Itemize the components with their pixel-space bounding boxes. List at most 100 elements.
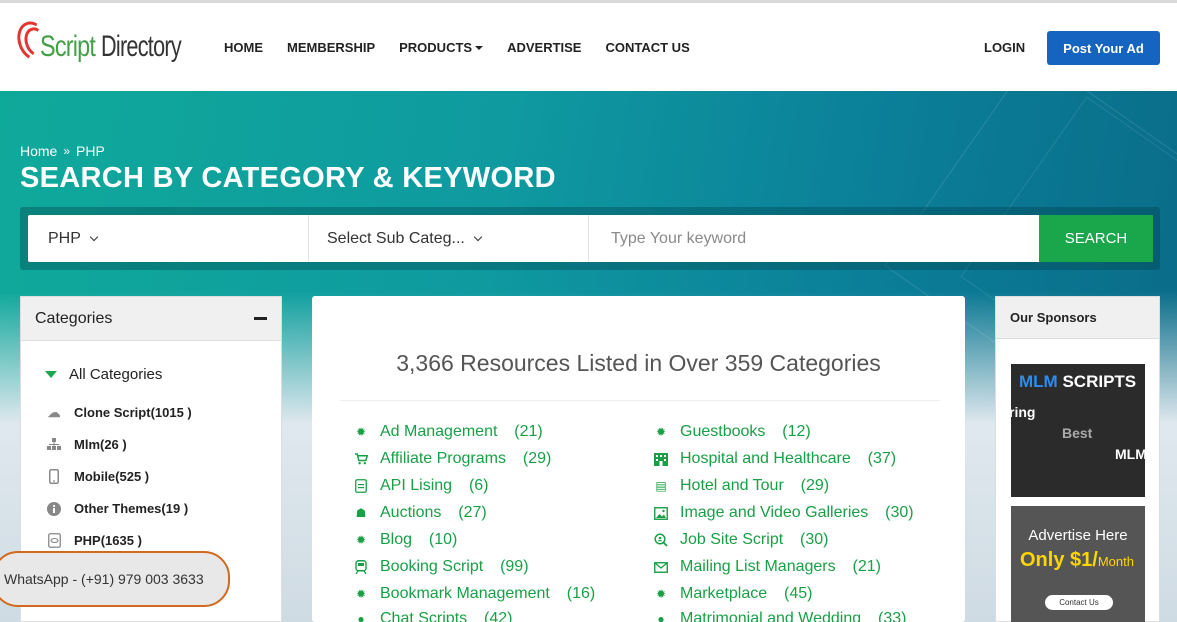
nav-home[interactable]: HOME [224, 40, 263, 55]
caret-down-icon [475, 45, 484, 50]
contact-us-button[interactable]: Contact Us [1045, 595, 1113, 610]
gear-icon: ✹ [355, 425, 367, 439]
category-count: (45) [775, 585, 813, 602]
chat-icon: ● [357, 612, 365, 622]
category-link[interactable]: Mailing List Managers (21) [654, 558, 881, 576]
category-label: Ad Management [380, 423, 498, 440]
hotel-icon: ▤ [655, 479, 667, 493]
category-count: (30) [876, 504, 914, 521]
sidebar-item-other-themes[interactable]: Other Themes(19 ) [45, 501, 188, 516]
category-link[interactable]: ● Matrimonial and Wedding (33) [654, 610, 906, 622]
category-link[interactable]: ☗ Auctions (27) [354, 504, 487, 522]
category-link[interactable]: Booking Script (99) [354, 558, 529, 576]
sidebar-item-label: Other Themes(19 ) [74, 501, 189, 516]
category-link[interactable]: Affiliate Programs (29) [354, 450, 551, 468]
category-label: Matrimonial and Wedding [680, 610, 862, 622]
category-count: (12) [773, 423, 811, 440]
advertise-here-text: Advertise Here [1028, 527, 1128, 544]
breadcrumb-home[interactable]: Home [20, 143, 57, 159]
category-link[interactable]: ● Chat Scripts (42) [354, 610, 512, 622]
category-label: Bookmark Management [380, 585, 550, 602]
sponsor-ad-brand-a: MLM [1019, 372, 1058, 391]
sponsors-title: Our Sponsors [996, 297, 1159, 339]
category-link[interactable]: API Lising (6) [354, 477, 489, 495]
category-count: (6) [460, 477, 489, 494]
sidebar-item-clone-script[interactable]: ☁ Clone Script(1015 ) [45, 404, 192, 421]
gear-icon: ✹ [655, 425, 667, 439]
all-categories-toggle[interactable]: All Categories [45, 366, 162, 383]
category-link[interactable]: ✹ Guestbooks (12) [654, 423, 811, 441]
sidebar-item-label: PHP(1635 ) [74, 533, 142, 548]
categories-panel-header: Categories [21, 297, 281, 341]
category-link[interactable]: ▤ Hotel and Tour (29) [654, 477, 829, 495]
search-bar: PHP Select Sub Categ... SEARCH [20, 207, 1160, 270]
category-link[interactable]: Job Site Script (30) [654, 531, 829, 549]
divider [340, 400, 940, 401]
category-label: Hospital and Healthcare [680, 450, 851, 467]
category-count: (29) [791, 477, 830, 494]
code-file-icon [45, 533, 63, 548]
search-job-icon [654, 533, 668, 547]
whatsapp-contact-badge[interactable]: WhatsApp - (+91) 979 003 3633 [0, 551, 230, 607]
sponsor-ad-brand: MLM SCRIPTS [1019, 372, 1136, 392]
login-link[interactable]: LOGIN [984, 40, 1025, 55]
document-icon [354, 479, 368, 493]
advertise-price: Only $1/Month [1020, 549, 1134, 572]
sidebar-item-mlm[interactable]: Mlm(26 ) [45, 437, 127, 452]
category-link[interactable]: ✹ Blog (10) [354, 531, 457, 549]
keyword-input[interactable] [589, 215, 1039, 262]
sidebar-item-label: Mlm(26 ) [74, 437, 127, 452]
category-link[interactable]: Image and Video Galleries (30) [654, 504, 914, 522]
sponsor-ad-mlm[interactable]: MLM SCRIPTS ring Best MLM [1011, 364, 1145, 497]
category-count: (21) [505, 423, 543, 440]
cloud-icon: ☁ [47, 404, 61, 420]
category-count: (27) [449, 504, 487, 521]
category-count: (16) [557, 585, 596, 602]
advertise-price-value: Only $1/ [1020, 549, 1098, 571]
category-label: API Lising [380, 477, 453, 494]
nav-products-label: PRODUCTS [399, 40, 473, 55]
cart-icon [354, 452, 368, 466]
categories-card: 3,366 Resources Listed in Over 359 Categ… [312, 296, 965, 622]
image-icon [654, 506, 668, 520]
advertise-price-period: Month [1097, 554, 1134, 569]
category-count: (37) [858, 450, 897, 467]
breadcrumb-current: PHP [76, 143, 105, 159]
logo-text-script: Script [40, 30, 96, 63]
category-count: (21) [843, 558, 881, 575]
resources-heading: 3,366 Resources Listed in Over 359 Categ… [396, 350, 881, 376]
category-label: Hotel and Tour [680, 477, 784, 494]
category-link[interactable]: ✹ Marketplace (45) [654, 585, 813, 603]
category-select-value: PHP [48, 229, 81, 247]
triangle-down-icon [45, 371, 57, 378]
sponsor-ad-advertise[interactable]: Advertise Here Only $1/Month Contact Us [1011, 506, 1145, 622]
gear-icon: ✹ [355, 587, 367, 601]
category-select[interactable]: PHP [28, 215, 309, 262]
post-your-ad-button[interactable]: Post Your Ad [1047, 31, 1160, 65]
collapse-minus-icon[interactable] [254, 317, 267, 320]
sidebar-item-php[interactable]: PHP(1635 ) [45, 533, 142, 548]
category-link[interactable]: ✹ Ad Management (21) [354, 423, 543, 441]
info-icon [45, 501, 63, 516]
search-button[interactable]: SEARCH [1039, 215, 1153, 262]
category-count: (42) [475, 610, 513, 622]
double-chevron-right-icon: » [63, 144, 71, 158]
site-logo[interactable]: Script Directory [12, 17, 188, 73]
nav-contact-us[interactable]: CONTACT US [605, 40, 689, 55]
nav-advertise[interactable]: ADVERTISE [507, 40, 581, 55]
mobile-icon [45, 469, 63, 484]
category-count: (10) [420, 531, 458, 548]
subcategory-select[interactable]: Select Sub Categ... [309, 215, 589, 262]
nav-membership[interactable]: MEMBERSHIP [287, 40, 375, 55]
category-label: Mailing List Managers [680, 558, 836, 575]
nav-products[interactable]: PRODUCTS [399, 40, 484, 55]
page-title: SEARCH BY CATEGORY & KEYWORD [20, 162, 556, 194]
category-label: Auctions [380, 504, 442, 521]
category-label: Job Site Script [680, 531, 784, 548]
sidebar-item-mobile[interactable]: Mobile(525 ) [45, 469, 149, 484]
category-link[interactable]: ✹ Bookmark Management (16) [354, 585, 595, 603]
train-icon [354, 560, 368, 574]
category-label: Booking Script [380, 558, 484, 575]
category-label: Blog [380, 531, 413, 548]
category-link[interactable]: Hospital and Healthcare (37) [654, 450, 896, 468]
